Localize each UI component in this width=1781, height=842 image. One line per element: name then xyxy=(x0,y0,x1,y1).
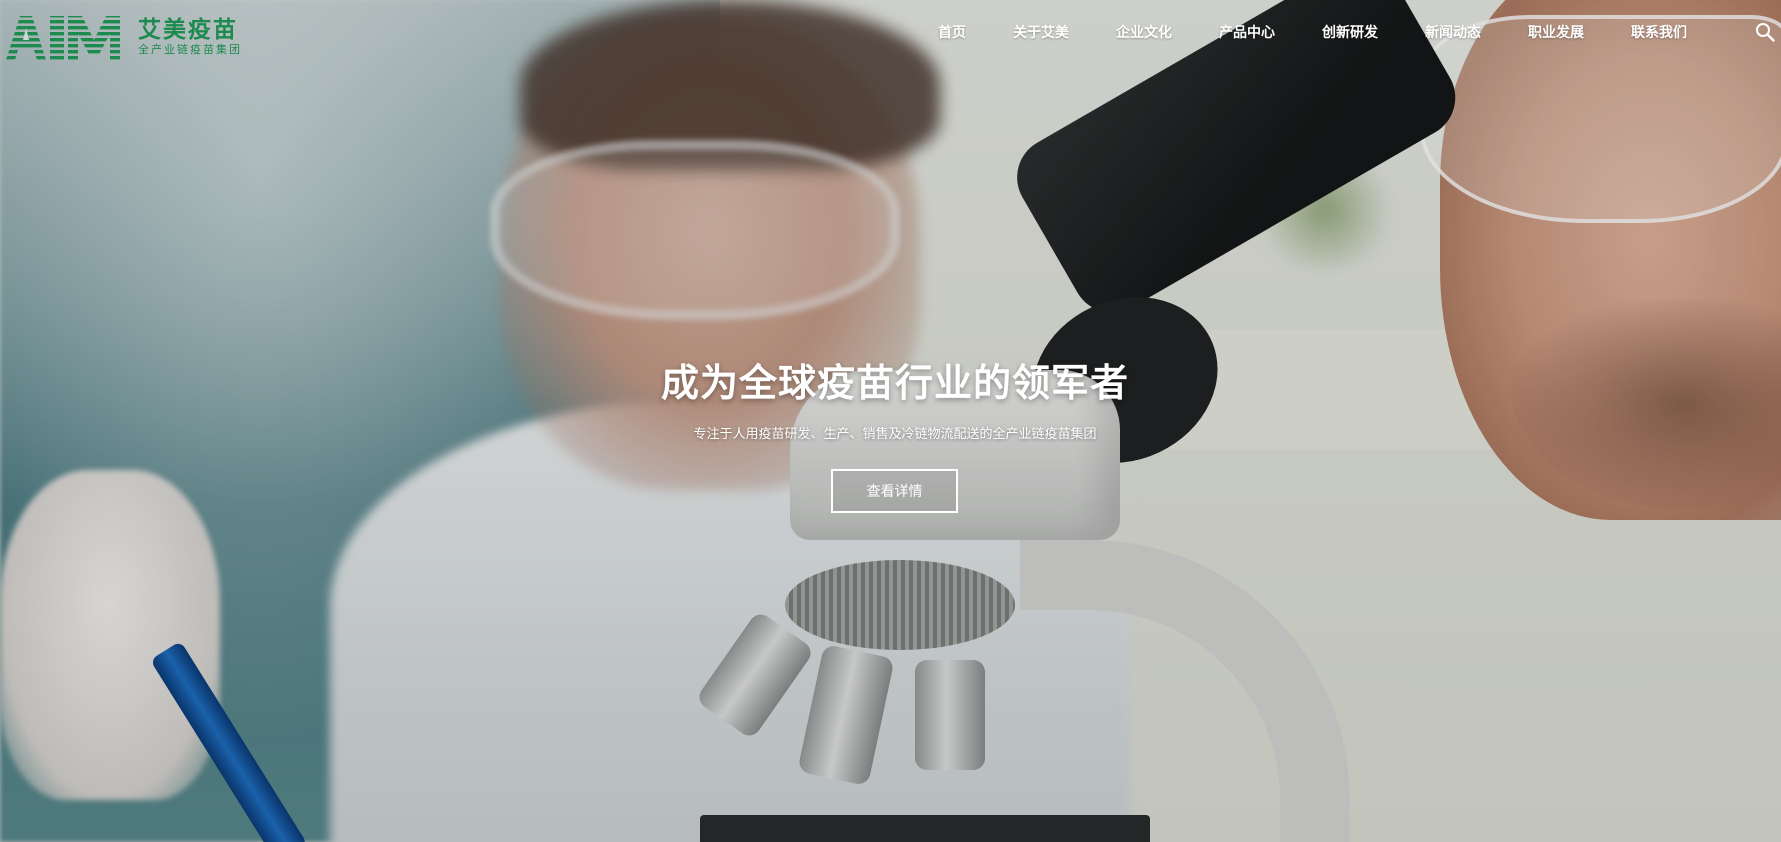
nav-item-research[interactable]: 创新研发 xyxy=(1322,22,1378,42)
logo[interactable]: 艾美疫苗 全产业链疫苗集团 xyxy=(6,12,242,62)
main-nav: 首页 关于艾美 企业文化 产品中心 创新研发 新闻动态 职业发展 联系我们 xyxy=(938,22,1687,42)
nav-item-home[interactable]: 首页 xyxy=(938,22,966,42)
view-details-button[interactable]: 查看详情 xyxy=(831,469,958,513)
nav-item-culture[interactable]: 企业文化 xyxy=(1116,22,1172,42)
brand-tagline: 全产业链疫苗集团 xyxy=(138,43,242,56)
nav-item-careers[interactable]: 职业发展 xyxy=(1528,22,1584,42)
logo-text: 艾美疫苗 全产业链疫苗集团 xyxy=(138,17,242,57)
search-icon[interactable] xyxy=(1755,22,1775,42)
nav-item-products[interactable]: 产品中心 xyxy=(1219,22,1275,42)
page: 艾美疫苗 全产业链疫苗集团 首页 关于艾美 企业文化 产品中心 创新研发 新闻动… xyxy=(0,0,1781,842)
nav-item-news[interactable]: 新闻动态 xyxy=(1425,22,1481,42)
hero-background-image xyxy=(0,0,1781,842)
brand-name: 艾美疫苗 xyxy=(138,17,238,43)
hero-dim-overlay xyxy=(0,0,1781,842)
aim-logo-mark xyxy=(6,16,120,60)
nav-item-contact[interactable]: 联系我们 xyxy=(1631,22,1687,42)
site-header: 艾美疫苗 全产业链疫苗集团 首页 关于艾美 企业文化 产品中心 创新研发 新闻动… xyxy=(0,0,1781,70)
nav-item-about[interactable]: 关于艾美 xyxy=(1013,22,1069,42)
